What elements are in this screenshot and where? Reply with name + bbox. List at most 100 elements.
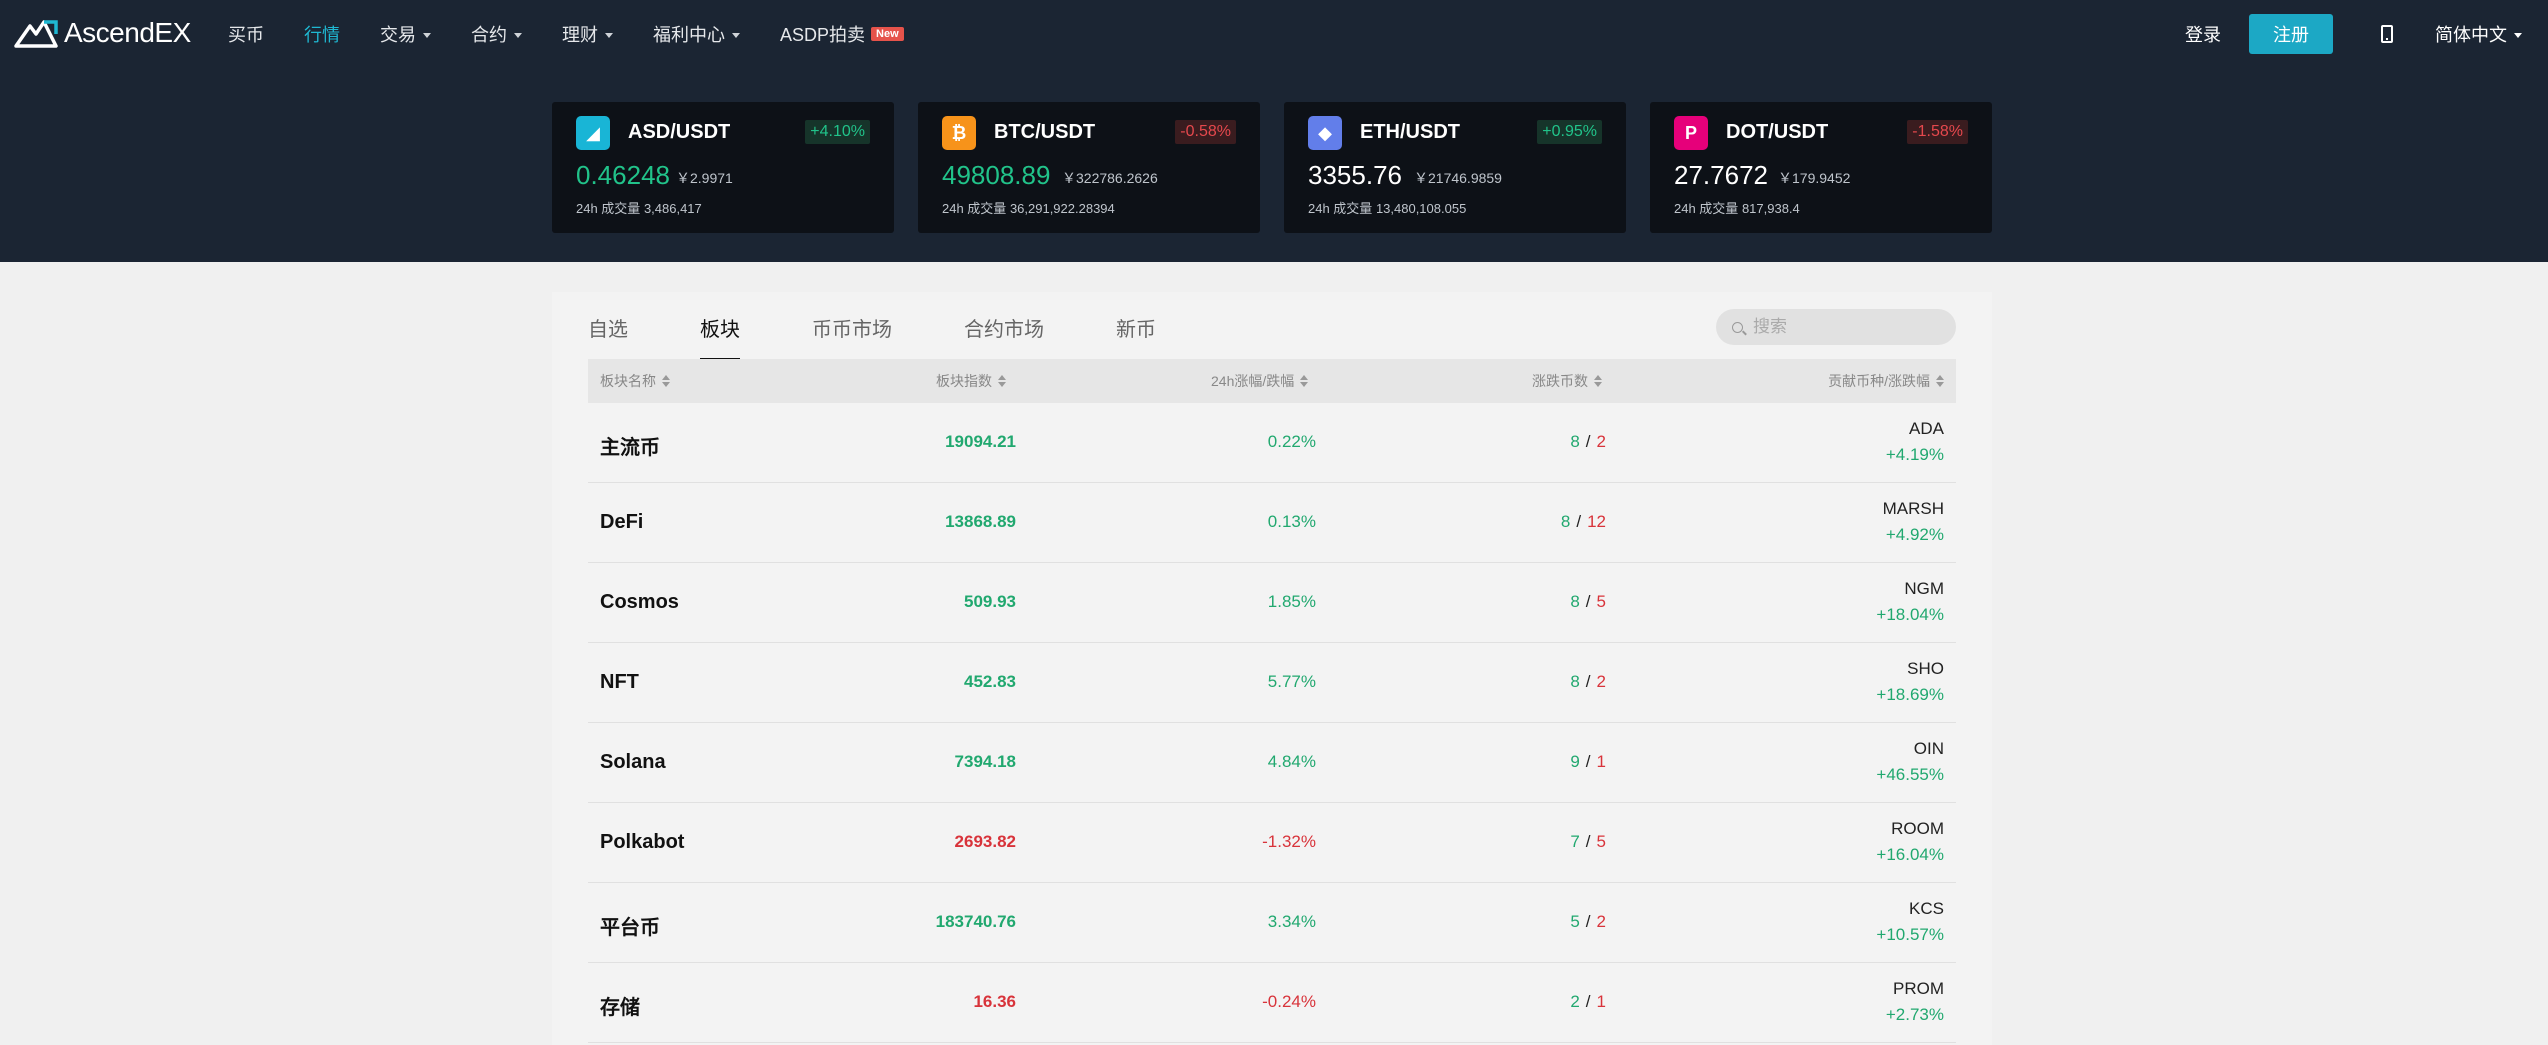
ticker-pair: ETH/USDT	[1360, 121, 1460, 143]
contributing-coin-change: +4.19%	[1885, 445, 1944, 464]
ticker-cny-price: ￥2.9971	[676, 170, 733, 186]
table-row[interactable]: 平台币 183740.76 3.34% 5 / 2 KCS +10.57%	[588, 883, 1956, 963]
up-down-count: 8 / 2	[1570, 432, 1606, 452]
column-24h-change[interactable]: 24h涨幅/跌幅	[1211, 359, 1309, 403]
register-button[interactable]: 注册	[2249, 14, 2333, 54]
nav-item[interactable]: 合约	[471, 21, 522, 47]
nav-item[interactable]: 理财	[562, 21, 613, 47]
ticker-pair: BTC/USDT	[994, 121, 1096, 143]
up-count: 8	[1570, 432, 1580, 451]
sort-icon	[1300, 375, 1309, 387]
login-link[interactable]: 登录	[2185, 21, 2221, 47]
count-separator: /	[1585, 752, 1591, 771]
column-label: 板块指数	[936, 373, 992, 389]
sector-index: 7394.18	[954, 752, 1016, 771]
asd-logo-icon: ◢	[576, 116, 610, 150]
chevron-down-icon	[605, 32, 613, 38]
ticker-card[interactable]: ₿ BTC/USDT -0.58% 49808.89 ￥322786.2626 24h 成…	[918, 102, 1260, 233]
ticker-band	[0, 68, 2548, 262]
count-separator: /	[1585, 432, 1591, 451]
chevron-down-icon	[514, 32, 522, 38]
search-box[interactable]	[1716, 309, 1956, 345]
sector-change: -0.24%	[1262, 992, 1316, 1011]
contributing-coin-change: +18.04%	[1876, 605, 1944, 624]
count-separator: /	[1585, 992, 1591, 1011]
ticker-price: 49808.89	[942, 160, 1051, 190]
contributing-coin: ADA	[1909, 419, 1944, 438]
table-row[interactable]: Cosmos 509.93 1.85% 8 / 5 NGM +18.04%	[588, 563, 1956, 643]
column-sector-index[interactable]: 板块指数	[936, 359, 1006, 403]
market-tab[interactable]: 合约市场	[964, 312, 1044, 362]
down-count: 1	[1596, 992, 1606, 1011]
mobile-app-icon[interactable]	[2381, 25, 2393, 43]
nav-item[interactable]: 行情	[304, 21, 340, 47]
down-count: 2	[1596, 672, 1606, 691]
market-tab[interactable]: 新币	[1116, 312, 1156, 362]
contributing-coin-change: +16.04%	[1876, 845, 1944, 864]
down-count: 5	[1596, 832, 1606, 851]
language-selector[interactable]: 简体中文	[2435, 21, 2522, 47]
table-row[interactable]: NFT 452.83 5.77% 8 / 2 SHO +18.69%	[588, 643, 1956, 723]
nav-item[interactable]: 交易	[380, 21, 431, 47]
down-count: 2	[1596, 912, 1606, 931]
column-sector-name[interactable]: 板块名称	[600, 359, 670, 403]
sector-name: Cosmos	[600, 591, 679, 613]
brand-suffix: EX	[154, 17, 191, 48]
ticker-cny-price: ￥322786.2626	[1062, 170, 1158, 186]
nav-item[interactable]: 买币	[228, 21, 264, 47]
sector-name: 平台币	[600, 917, 660, 939]
nav-item[interactable]: ASDP拍卖 New	[780, 21, 904, 47]
ascendex-logo-icon	[14, 20, 58, 48]
search-input[interactable]	[1753, 317, 1933, 337]
ticker-price: 27.7672	[1674, 160, 1768, 190]
up-down-count: 5 / 2	[1570, 912, 1606, 932]
sector-name: DeFi	[600, 511, 644, 533]
table-header: 板块名称 板块指数 24h涨幅/跌幅 涨跌币数 贡献币种/涨跌幅	[588, 359, 1956, 403]
market-tab[interactable]: 板块	[700, 312, 740, 362]
market-tab[interactable]: 币币市场	[812, 312, 892, 362]
ticker-card[interactable]: ◢ ASD/USDT +4.10% 0.46248 ￥2.9971 24h 成交量 3,4…	[552, 102, 894, 233]
market-tab[interactable]: 自选	[588, 312, 628, 362]
nav-item-label: 买币	[228, 25, 264, 45]
ticker-price: 0.46248	[576, 160, 670, 190]
ticker-price: 3355.76	[1308, 160, 1402, 190]
sort-icon	[998, 375, 1006, 387]
sector-name: NFT	[600, 671, 639, 693]
contributing-coin: ROOM	[1891, 819, 1944, 838]
up-down-count: 8 / 12	[1561, 512, 1606, 532]
column-contributing-coin[interactable]: 贡献币种/涨跌幅	[1828, 359, 1944, 403]
ticker-card[interactable]: ◆ ETH/USDT +0.95% 3355.76 ￥21746.9859 24h 成交量…	[1284, 102, 1626, 233]
nav-item[interactable]: 福利中心	[653, 21, 740, 47]
up-count: 8	[1560, 512, 1571, 531]
count-separator: /	[1585, 912, 1591, 931]
volume-value: 13,480,108.055	[1375, 201, 1467, 216]
table-row[interactable]: DeFi 13868.89 0.13% 8 / 12 MARSH +4.92%	[588, 483, 1956, 563]
ticker-change-badge: -0.58%	[1175, 120, 1236, 144]
contributing-coin: OIN	[1913, 739, 1944, 758]
ticker-volume: 24h 成交量 36,291,922.28394	[942, 198, 1115, 217]
table-row[interactable]: Solana 7394.18 4.84% 9 / 1 OIN +46.55%	[588, 723, 1956, 803]
sector-index: 13868.89	[945, 512, 1016, 531]
table-row[interactable]: Polkabot 2693.82 -1.32% 7 / 5 ROOM +16.04%	[588, 803, 1956, 883]
nav-item-label: 行情	[304, 25, 340, 45]
sector-change: -1.32%	[1262, 832, 1316, 851]
table-row[interactable]: 存储 16.36 -0.24% 2 / 1 PROM +2.73%	[588, 963, 1956, 1043]
up-down-count: 8 / 5	[1570, 592, 1606, 612]
column-label: 贡献币种/涨跌幅	[1828, 373, 1930, 389]
volume-value: 36,291,922.28394	[1009, 201, 1115, 216]
ascendex-logo[interactable]: AscendEX	[14, 16, 191, 50]
down-count: 12	[1587, 512, 1606, 531]
volume-value: 3,486,417	[643, 201, 702, 216]
column-up-down-count[interactable]: 涨跌币数	[1532, 359, 1602, 403]
ticker-card[interactable]: P DOT/USDT -1.58% 27.7672 ￥179.9452 24h 成交量 8…	[1650, 102, 1992, 233]
contributing-coin-change: +4.92%	[1885, 525, 1944, 544]
count-separator: /	[1585, 592, 1591, 611]
up-down-count: 2 / 1	[1570, 992, 1606, 1012]
column-label: 板块名称	[600, 373, 656, 389]
up-count: 7	[1570, 832, 1580, 851]
nav-item-label: 交易	[380, 25, 416, 45]
table-row[interactable]: 主流币 19094.21 0.22% 8 / 2 ADA +4.19%	[588, 403, 1956, 483]
top-navbar: AscendEX 买币 行情 交易 合约 理财 福利中心 ASDP拍卖 New 登录 注册 简…	[0, 0, 2548, 68]
nav-item-label: 合约	[471, 25, 507, 45]
count-separator: /	[1585, 832, 1591, 851]
